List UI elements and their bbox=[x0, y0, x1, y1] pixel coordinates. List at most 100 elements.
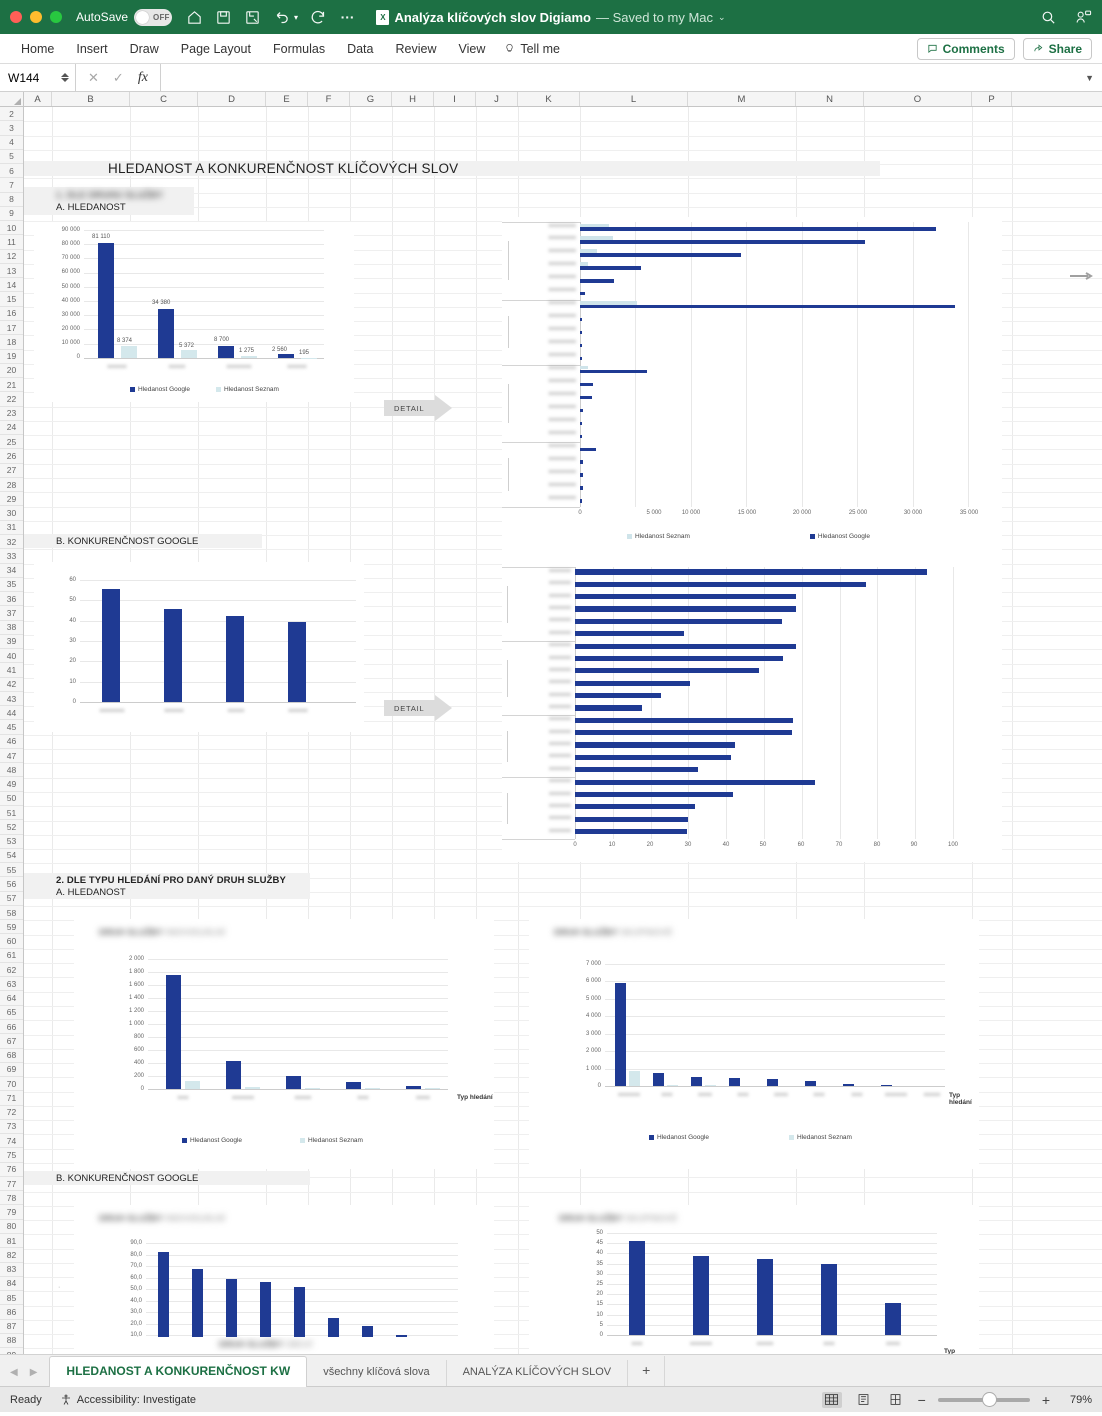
chart-hledanost-druh-sluzby[interactable]: 81 110 8 374 34 380 5 372 8 700 1 275 2 … bbox=[34, 222, 354, 402]
window-controls[interactable] bbox=[10, 11, 62, 23]
row-header-69[interactable]: 69 bbox=[0, 1062, 23, 1078]
row-header-63[interactable]: 63 bbox=[0, 977, 23, 992]
next-sheet-icon[interactable]: ▶ bbox=[30, 1367, 38, 1378]
row-header-16[interactable]: 16 bbox=[0, 306, 23, 321]
row-header-32[interactable]: 32 bbox=[0, 534, 23, 550]
row-header-59[interactable]: 59 bbox=[0, 920, 23, 935]
name-box-spinner[interactable] bbox=[61, 73, 69, 82]
row-header-24[interactable]: 24 bbox=[0, 420, 23, 436]
row-header-49[interactable]: 49 bbox=[0, 777, 23, 792]
row-header-18[interactable]: 18 bbox=[0, 335, 23, 350]
sheet-tab-2[interactable]: všechny klíčová slova bbox=[307, 1360, 447, 1386]
row-header-46[interactable]: 46 bbox=[0, 734, 23, 749]
row-header-15[interactable]: 15 bbox=[0, 292, 23, 307]
chart-konkurencnost-druh-sluzby[interactable]: xxxxxxxxx xxxxxxx xxxxxx xxxxxxx 60 50 4… bbox=[34, 562, 364, 732]
save-icon[interactable] bbox=[215, 9, 232, 26]
row-header-53[interactable]: 53 bbox=[0, 834, 23, 849]
row-header-65[interactable]: 65 bbox=[0, 1005, 23, 1020]
row-header-83[interactable]: 83 bbox=[0, 1262, 23, 1277]
maximize-window-button[interactable] bbox=[50, 11, 62, 23]
column-header-B[interactable]: B bbox=[52, 92, 130, 106]
more-icon[interactable]: ··· bbox=[339, 9, 356, 26]
row-header-58[interactable]: 58 bbox=[0, 905, 23, 921]
zoom-slider-knob[interactable] bbox=[981, 1391, 997, 1407]
chart-hledanost-typ-individualni[interactable]: DRUH SLUŽBY INDIVIDUÁLNÍ xxxx xxxxxxxx x… bbox=[74, 919, 494, 1169]
row-header-13[interactable]: 13 bbox=[0, 263, 23, 279]
tab-view[interactable]: View bbox=[447, 38, 496, 60]
row-header-66[interactable]: 66 bbox=[0, 1020, 23, 1035]
row-header-43[interactable]: 43 bbox=[0, 691, 23, 707]
comments-button[interactable]: Comments bbox=[916, 37, 1015, 60]
row-header-68[interactable]: 68 bbox=[0, 1048, 23, 1063]
undo-icon[interactable] bbox=[273, 9, 290, 26]
row-header-70[interactable]: 70 bbox=[0, 1077, 23, 1092]
formula-expand-icon[interactable]: ▼ bbox=[1077, 73, 1102, 83]
row-header-23[interactable]: 23 bbox=[0, 406, 23, 421]
row-header-77[interactable]: 77 bbox=[0, 1176, 23, 1192]
row-header-19[interactable]: 19 bbox=[0, 349, 23, 364]
column-header-D[interactable]: D bbox=[198, 92, 266, 106]
undo-chevron-icon[interactable]: ▾ bbox=[294, 13, 298, 22]
chart-konkurencnost-detail[interactable]: xxxxxxxx xxxxxxxx xxxxxxxx xxxxxxxx xxxxxxxx… bbox=[502, 562, 1002, 862]
zoom-out-button[interactable]: − bbox=[918, 1392, 926, 1408]
row-header-80[interactable]: 80 bbox=[0, 1219, 23, 1234]
row-header-42[interactable]: 42 bbox=[0, 677, 23, 692]
tab-draw[interactable]: Draw bbox=[119, 38, 170, 60]
row-header-22[interactable]: 22 bbox=[0, 392, 23, 407]
row-header-55[interactable]: 55 bbox=[0, 863, 23, 878]
row-header-25[interactable]: 25 bbox=[0, 435, 23, 450]
row-header-41[interactable]: 41 bbox=[0, 663, 23, 678]
row-header-48[interactable]: 48 bbox=[0, 763, 23, 778]
row-header-38[interactable]: 38 bbox=[0, 620, 23, 635]
zoom-slider[interactable] bbox=[937, 1391, 1030, 1407]
accessibility-button[interactable]: Accessibility: Investigate bbox=[60, 1394, 196, 1406]
row-header-11[interactable]: 11 bbox=[0, 235, 23, 250]
column-header-A[interactable]: A bbox=[24, 92, 52, 106]
row-header-47[interactable]: 47 bbox=[0, 748, 23, 764]
detail-arrow-2[interactable]: DETAIL bbox=[384, 695, 452, 721]
row-header-33[interactable]: 33 bbox=[0, 549, 23, 564]
column-header-I[interactable]: I bbox=[434, 92, 476, 106]
row-header-7[interactable]: 7 bbox=[0, 178, 23, 193]
chart-hledanost-typ-skupinove[interactable]: DRUH SLUŽBY SKUPINOVÉ xxxxxxxx xxxx xxxx… bbox=[529, 919, 979, 1169]
row-header-5[interactable]: 5 bbox=[0, 149, 23, 165]
save-as-icon[interactable] bbox=[244, 9, 261, 26]
row-header-39[interactable]: 39 bbox=[0, 634, 23, 650]
row-header-60[interactable]: 60 bbox=[0, 934, 23, 949]
row-header-35[interactable]: 35 bbox=[0, 577, 23, 593]
row-header-21[interactable]: 21 bbox=[0, 378, 23, 393]
home-icon[interactable] bbox=[186, 9, 203, 26]
row-header-6[interactable]: 6 bbox=[0, 164, 23, 179]
sheet-area[interactable]: HLEDANOST A KONKURENČNOST KLÍČOVÝCH SLOV… bbox=[24, 107, 1102, 1354]
row-header-2[interactable]: 2 bbox=[0, 107, 23, 122]
row-header-36[interactable]: 36 bbox=[0, 592, 23, 607]
chart-konkurencnost-typ-individualni[interactable]: DRUH SLUŽBY INDIVIDUÁLNÍ 90,0 80,0 70,0 … bbox=[74, 1205, 494, 1354]
row-header-76[interactable]: 76 bbox=[0, 1162, 23, 1177]
row-header-56[interactable]: 56 bbox=[0, 877, 23, 892]
row-header-87[interactable]: 87 bbox=[0, 1319, 23, 1334]
tab-page-layout[interactable]: Page Layout bbox=[170, 38, 262, 60]
share-button[interactable]: Share bbox=[1022, 37, 1092, 60]
minimize-window-button[interactable] bbox=[30, 11, 42, 23]
row-header-75[interactable]: 75 bbox=[0, 1148, 23, 1163]
title-chevron-icon[interactable]: ⌄ bbox=[718, 12, 726, 23]
row-header-72[interactable]: 72 bbox=[0, 1105, 23, 1120]
tab-review[interactable]: Review bbox=[384, 38, 447, 60]
chart-konkurencnost-typ-skupinove[interactable]: DRUH SLUŽBY SKUPINOVÉ xxxx xxxxxxxx xxxx… bbox=[529, 1205, 979, 1354]
row-header-89[interactable]: 89 bbox=[0, 1348, 23, 1354]
redo-icon[interactable] bbox=[310, 9, 327, 26]
column-header-K[interactable]: K bbox=[518, 92, 580, 106]
column-header-O[interactable]: O bbox=[864, 92, 972, 106]
row-header-79[interactable]: 79 bbox=[0, 1205, 23, 1220]
tab-data[interactable]: Data bbox=[336, 38, 384, 60]
page-break-view-button[interactable] bbox=[886, 1392, 906, 1408]
row-header-9[interactable]: 9 bbox=[0, 206, 23, 222]
row-header-73[interactable]: 73 bbox=[0, 1119, 23, 1135]
column-header-H[interactable]: H bbox=[392, 92, 434, 106]
row-header-20[interactable]: 20 bbox=[0, 363, 23, 379]
row-header-57[interactable]: 57 bbox=[0, 891, 23, 906]
column-header-G[interactable]: G bbox=[350, 92, 392, 106]
row-header-8[interactable]: 8 bbox=[0, 192, 23, 207]
row-header-61[interactable]: 61 bbox=[0, 948, 23, 963]
row-header-86[interactable]: 86 bbox=[0, 1305, 23, 1320]
